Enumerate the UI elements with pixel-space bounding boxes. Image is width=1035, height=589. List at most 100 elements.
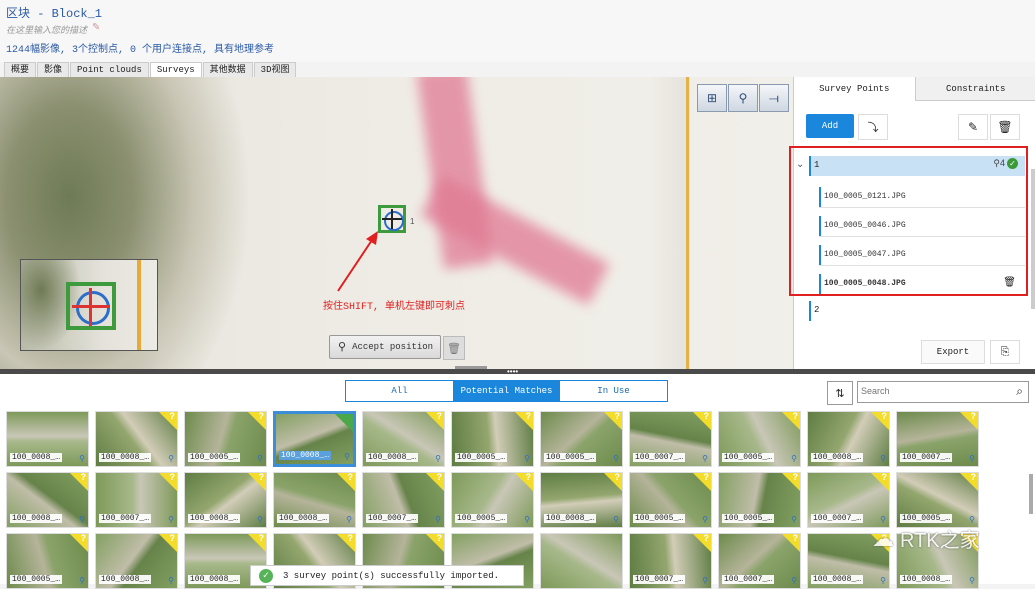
filter-in-use[interactable]: In Use bbox=[560, 381, 667, 401]
photo-viewer[interactable]: 1 按住SHIFT, 单机左键即可刺点 ⊞ ⚲ ⟞ ⚲ Accept posit… bbox=[0, 77, 793, 369]
photo-thumbnail[interactable]: ?100_0005_…⚲ bbox=[718, 411, 801, 467]
photo-thumbnail[interactable]: 100_0008_…⚲ bbox=[6, 411, 89, 467]
thumbnail-caption: 100_0007_… bbox=[722, 575, 774, 584]
question-mark-icon: ? bbox=[437, 411, 443, 421]
photo-thumbnail[interactable]: ?100_0007_…⚲ bbox=[896, 411, 979, 467]
photo-thumbnail[interactable]: ?100_0005_…⚲ bbox=[896, 472, 979, 528]
grid-scrollbar[interactable] bbox=[1029, 474, 1033, 514]
thumbnail-caption: 100_0005_… bbox=[188, 453, 240, 462]
question-mark-icon: ? bbox=[615, 411, 621, 421]
question-mark-icon: ? bbox=[971, 411, 977, 421]
accept-position-button[interactable]: ⚲ Accept position bbox=[329, 335, 441, 359]
question-mark-icon: ? bbox=[793, 411, 799, 421]
thumbnail-caption: 100_0005_… bbox=[900, 514, 952, 523]
photo-thumbnail[interactable]: ?100_0008_…⚲ bbox=[362, 411, 445, 467]
photo-thumbnail[interactable]: 100_0008_…⚲ bbox=[273, 411, 356, 467]
photo-thumbnail[interactable]: ?100_0005_…⚲ bbox=[451, 472, 534, 528]
map-pin-icon: ⚲ bbox=[338, 340, 346, 354]
description-placeholder[interactable]: 在这里输入您的描述 bbox=[6, 23, 87, 36]
search-icon[interactable]: ⌕ bbox=[1016, 384, 1023, 399]
question-mark-icon: ? bbox=[348, 533, 354, 543]
fit-view-icon[interactable]: ⊞ bbox=[697, 84, 727, 112]
annotation-text: 按住SHIFT, 单机左键即可刺点 bbox=[323, 297, 465, 313]
photo-thumbnail[interactable]: ?100_0005_…⚲ bbox=[6, 533, 89, 589]
photo-thumbnail[interactable]: ?100_0008_…⚲ bbox=[6, 472, 89, 528]
tab-overview[interactable]: 概要 bbox=[4, 62, 36, 77]
delete-icon[interactable]: 🗑 bbox=[990, 114, 1020, 140]
photo-thumbnail[interactable]: ?100_0007_…⚲ bbox=[629, 533, 712, 589]
photo-thumbnail[interactable]: ?100_0008_…⚲ bbox=[273, 472, 356, 528]
photo-thumbnail[interactable]: ?100_0007_…⚲ bbox=[807, 472, 890, 528]
filter-group: All Potential Matches In Use bbox=[345, 380, 668, 402]
photo-thumbnail[interactable]: ?100_0008_…⚲ bbox=[540, 472, 623, 528]
edit-icon[interactable]: ✎ bbox=[958, 114, 988, 140]
thumbnail-caption: 100_0007_… bbox=[99, 514, 151, 523]
geo-pin-icon: ⚲ bbox=[969, 454, 975, 463]
question-mark-icon: ? bbox=[170, 472, 176, 482]
block-stats: 1244幅影像, 3个控制点, 0 个用户连接点, 具有地理参考 bbox=[6, 40, 274, 56]
photo-thumbnail[interactable]: ?100_0005_…⚲ bbox=[540, 411, 623, 467]
toast-message: 3 survey point(s) successfully imported. bbox=[283, 571, 499, 581]
thumbnail-caption: 100_0008_… bbox=[10, 453, 62, 462]
success-icon: ✓ bbox=[259, 569, 273, 583]
copy-icon[interactable]: ⎘ bbox=[990, 340, 1020, 364]
photo-thumbnail[interactable]: ?100_0005_…⚲ bbox=[718, 472, 801, 528]
export-button[interactable]: Export bbox=[921, 340, 985, 364]
geo-pin-icon: ⚲ bbox=[257, 515, 263, 524]
question-mark-icon: ? bbox=[704, 411, 710, 421]
thumbnail-caption: 100_0005_… bbox=[455, 514, 507, 523]
photo-thumbnail[interactable]: ?100_0005_…⚲ bbox=[184, 411, 267, 467]
geo-pin-icon: ⚲ bbox=[524, 515, 530, 524]
survey-point-2[interactable]: 2 bbox=[794, 297, 1032, 326]
thumbnail-caption: 100_0005_… bbox=[544, 453, 596, 462]
photo-thumbnail[interactable]: ?100_0005_…⚲ bbox=[451, 411, 534, 467]
edit-description-icon[interactable]: ✎ bbox=[92, 22, 100, 33]
sort-icon[interactable]: ⇅ bbox=[827, 381, 853, 405]
thumbnail-caption: 100_0005_… bbox=[633, 514, 685, 523]
tab-surveys[interactable]: Surveys bbox=[150, 62, 202, 77]
tab-photos[interactable]: 影像 bbox=[37, 62, 69, 77]
photo-thumbnail[interactable]: ?100_0008_…⚲ bbox=[807, 411, 890, 467]
main-tabs: 概要 影像 Point clouds Surveys 其他数据 3D视图 bbox=[4, 62, 297, 76]
filter-all[interactable]: All bbox=[346, 381, 453, 401]
thumbnail-caption: 100_0007_… bbox=[633, 575, 685, 584]
photo-thumbnail[interactable]: ?100_0008_…⚲ bbox=[95, 411, 178, 467]
photo-thumbnail[interactable]: ?100_0008_…⚲ bbox=[95, 533, 178, 589]
photo-thumbnail[interactable]: ?100_0008_…⚲ bbox=[184, 472, 267, 528]
photo-browser: All Potential Matches In Use ⇅ ⌕ 100_000… bbox=[0, 374, 1035, 584]
thumbnail-caption: 100_0008_… bbox=[99, 575, 151, 584]
zoom-inset bbox=[20, 259, 158, 351]
add-button[interactable]: Add bbox=[806, 114, 854, 138]
thumbnail-caption: 100_0005_… bbox=[10, 575, 62, 584]
toggle-overlay-icon[interactable]: ⟞ bbox=[759, 84, 789, 112]
search-input[interactable] bbox=[858, 382, 1004, 400]
highlight-box bbox=[789, 146, 1028, 296]
photo-thumbnail[interactable] bbox=[540, 533, 623, 589]
remove-position-icon[interactable]: 🗑 bbox=[443, 336, 465, 360]
thumbnail-caption: 100_0005_… bbox=[455, 453, 507, 462]
tab-constraints[interactable]: Constraints bbox=[916, 77, 1035, 101]
tab-point-clouds[interactable]: Point clouds bbox=[70, 62, 149, 77]
tab-3d-view[interactable]: 3D视图 bbox=[254, 62, 297, 77]
target-ring-icon bbox=[384, 211, 404, 231]
panel-scrollbar[interactable] bbox=[1031, 169, 1035, 309]
photo-thumbnail[interactable]: ?100_0007_…⚲ bbox=[718, 533, 801, 589]
import-icon[interactable]: ⤵ bbox=[858, 114, 888, 140]
map-toolbar: ⊞ ⚲ ⟞ bbox=[697, 84, 790, 112]
photo-thumbnail[interactable]: ?100_0007_…⚲ bbox=[95, 472, 178, 528]
tab-survey-points[interactable]: Survey Points bbox=[794, 77, 916, 101]
question-mark-icon: ? bbox=[170, 533, 176, 543]
question-mark-icon: ? bbox=[81, 533, 87, 543]
question-mark-icon: ? bbox=[259, 411, 265, 421]
photo-thumbnail[interactable]: ?100_0007_…⚲ bbox=[629, 411, 712, 467]
question-mark-icon: ? bbox=[348, 472, 354, 482]
in-use-badge bbox=[335, 414, 353, 432]
filter-potential-matches[interactable]: Potential Matches bbox=[453, 381, 560, 401]
show-points-icon[interactable]: ⚲ bbox=[728, 84, 758, 112]
question-mark-icon: ? bbox=[704, 472, 710, 482]
geo-pin-icon: ⚲ bbox=[168, 454, 174, 463]
photo-thumbnail[interactable]: ?100_0007_…⚲ bbox=[362, 472, 445, 528]
tab-other-data[interactable]: 其他数据 bbox=[203, 62, 253, 77]
thumbnail-caption: 100_0008_… bbox=[279, 451, 331, 460]
photo-thumbnail[interactable]: ?100_0005_…⚲ bbox=[629, 472, 712, 528]
